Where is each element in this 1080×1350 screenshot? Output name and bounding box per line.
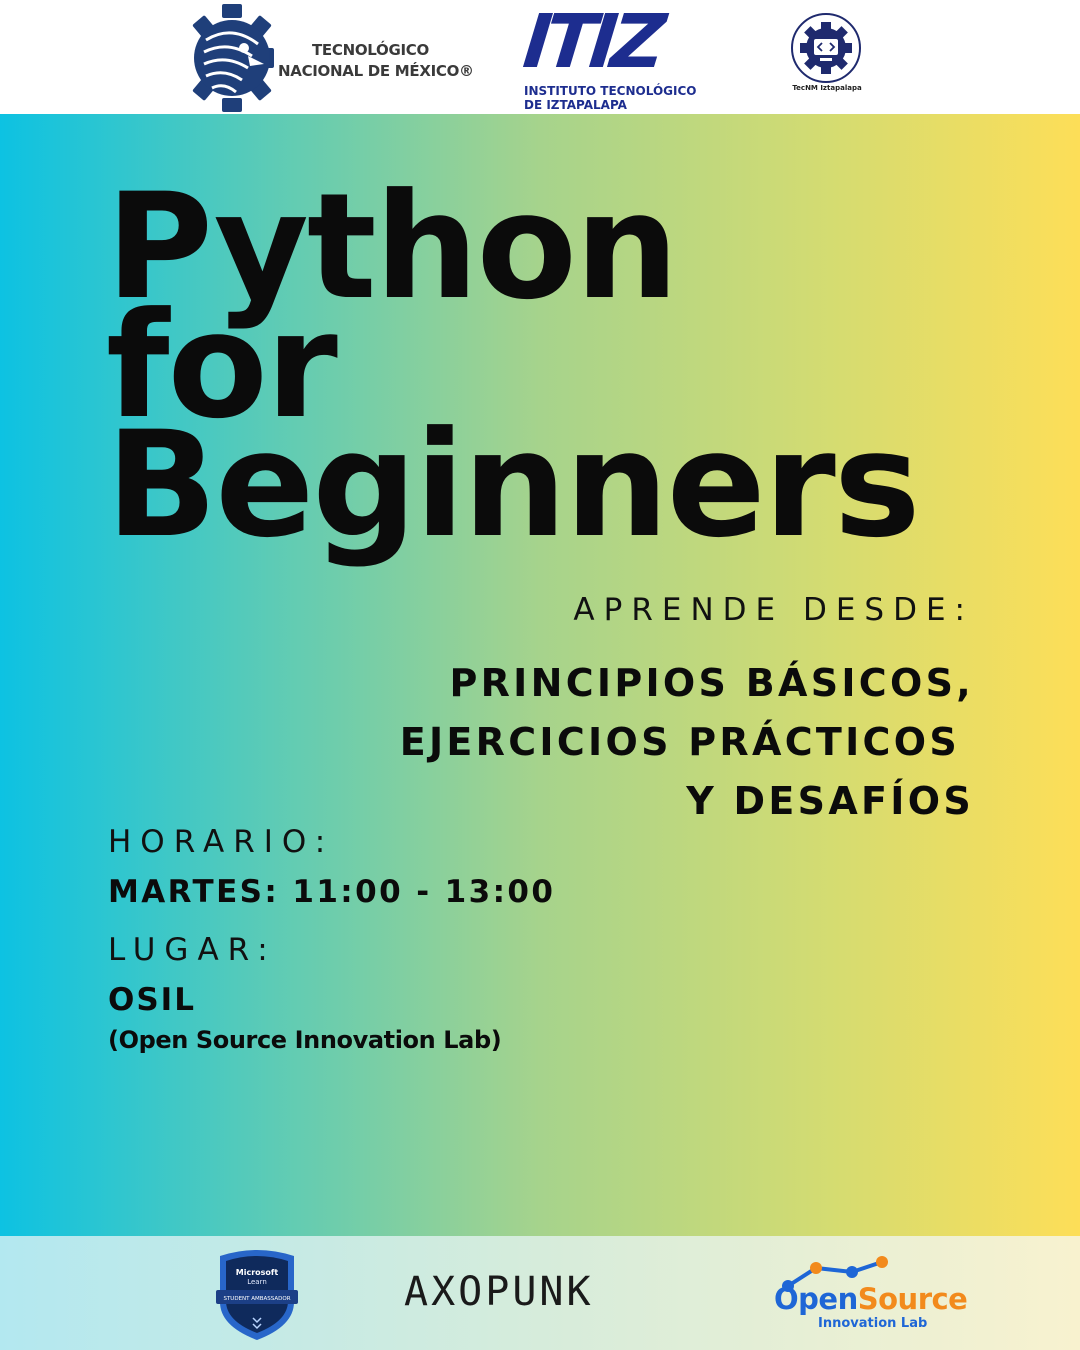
title-line3: Beginners [106,400,921,570]
opensource-source: Source [857,1282,968,1316]
lugar-detail: (Open Source Innovation Lab) [108,1026,502,1054]
itiz-wordmark: ITIZ [519,0,664,85]
tecnm-line2: NACIONAL DE MÉXICO® [278,62,474,80]
aprende-label: APRENDE DESDE: [573,592,974,628]
itiz-line1: INSTITUTO TECNOLÓGICO [524,84,697,98]
isc-logo [780,8,872,96]
axopunk-logo: AXOPUNK [404,1272,680,1312]
itiz-subtitle: INSTITUTO TECNOLÓGICO DE IZTAPALAPA [524,84,696,112]
opensource-open: Open [774,1282,858,1316]
opensource-logo: OpenSource Innovation Lab [772,1254,982,1334]
horario-value: MARTES: 11:00 - 13:00 [108,874,556,910]
itiz-line2: DE IZTAPALAPA [524,98,627,112]
lugar-value: OSIL [108,982,196,1018]
topics-list: PRINCIPIOS BÁSICOS, EJERCICIOS PRÁCTICOS… [400,654,974,831]
topic-3: Y DESAFÍOS [686,779,974,823]
itiz-logo: ITIZ INSTITUTO TECNOLÓGICO DE IZTAPALAPA [519,0,696,112]
tecnm-wordmark: TECNOLÓGICO NACIONAL DE MÉXICO® [278,40,474,82]
lugar-label: LUGAR: [108,932,277,968]
mlsa-line1: Microsoft [235,1268,279,1277]
opensource-subtitle: Innovation Lab [818,1316,928,1331]
opensource-wordmark: OpenSource [774,1282,968,1316]
horario-label: HORARIO: [108,824,335,860]
topic-2: EJERCICIOS PRÁCTICOS [399,720,960,764]
topic-1: PRINCIPIOS BÁSICOS, [449,661,974,705]
tecnm-eagle-gear-icon [192,4,274,112]
mlsa-line2: Learn [247,1278,267,1286]
mlsa-logo: Microsoft Learn STUDENT AMBASSADOR [212,1246,302,1342]
header-logo-bar: TECNOLÓGICO NACIONAL DE MÉXICO® ITIZ INS… [0,0,1080,114]
isc-caption: TecNM Iztapalapa [792,84,862,92]
footer-sponsor-bar: Microsoft Learn STUDENT AMBASSADOR AXOPU… [0,1236,1080,1350]
tecnm-logo: TECNOLÓGICO NACIONAL DE MÉXICO® [192,4,474,112]
page-title: Python for Beginners [106,174,921,570]
isc-gear-icon [791,13,861,83]
axopunk-wordmark: AXOPUNK [404,1269,594,1315]
mlsa-shield-icon [216,1250,298,1340]
tecnm-line1: TECNOLÓGICO [312,41,429,59]
mlsa-line3: STUDENT AMBASSADOR [223,1296,291,1302]
